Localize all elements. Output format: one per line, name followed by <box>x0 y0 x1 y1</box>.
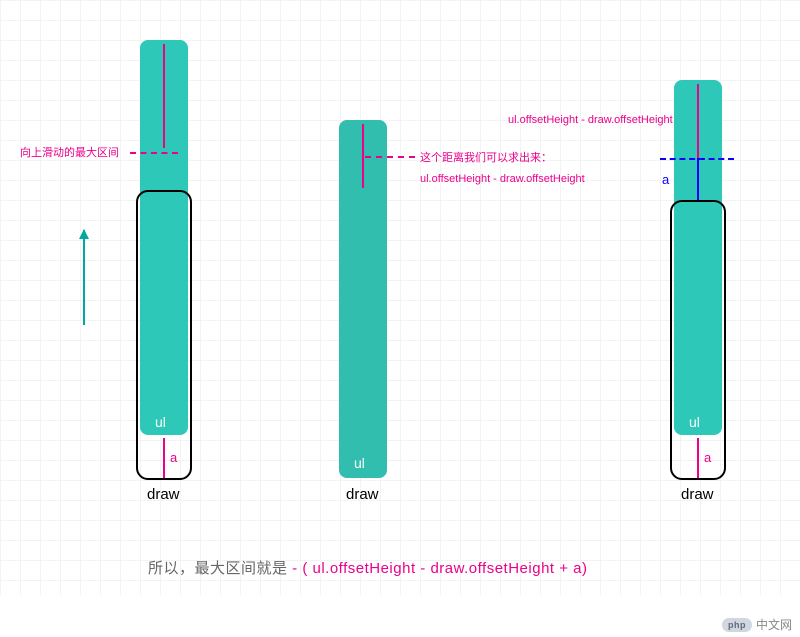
draw-label-3: draw <box>681 486 714 503</box>
ul-label-3: ul <box>689 414 700 430</box>
annot2-line2: ul.offsetHeight - draw.offsetHeight <box>420 173 585 185</box>
annot3-text: ul.offsetHeight - draw.offsetHeight <box>508 114 673 126</box>
draw-label-2: draw <box>346 486 379 503</box>
draw-label-1: draw <box>147 486 180 503</box>
annot1-text: 向上滑动的最大区间 <box>20 144 119 160</box>
draw-box-1 <box>136 190 192 480</box>
a-line-3 <box>697 438 699 478</box>
conclusion-formula: - ( ul.offsetHeight - draw.offsetHeight … <box>292 560 587 577</box>
annot2-dash <box>365 156 415 158</box>
ul-label-1: ul <box>155 414 166 430</box>
overflow-line-3-blue <box>697 158 699 200</box>
a-line-1 <box>163 438 165 478</box>
annot2-line1: 这个距离我们可以求出来： <box>420 149 552 165</box>
conclusion: 所以，最大区间就是 - ( ul.offsetHeight - draw.off… <box>148 557 588 578</box>
overflow-line-2 <box>362 124 364 188</box>
annot1-dash <box>130 152 178 154</box>
a-label-1: a <box>170 450 177 465</box>
watermark-badge: php <box>722 618 752 632</box>
a-label-3b: a <box>704 450 711 465</box>
watermark-text: 中文网 <box>756 616 792 633</box>
overflow-line-1 <box>163 44 165 148</box>
annot3-dash <box>660 158 734 160</box>
overflow-line-3-pink <box>697 84 699 158</box>
a-label-3-blue: a <box>662 172 669 187</box>
diagram-area: ul a draw 向上滑动的最大区间 ul draw 这个距离我们可以求出来：… <box>0 0 800 595</box>
conclusion-prefix: 所以，最大区间就是 <box>148 560 292 577</box>
up-arrow <box>83 230 85 325</box>
watermark: php 中文网 <box>722 616 792 633</box>
ul-label-2: ul <box>354 455 365 471</box>
